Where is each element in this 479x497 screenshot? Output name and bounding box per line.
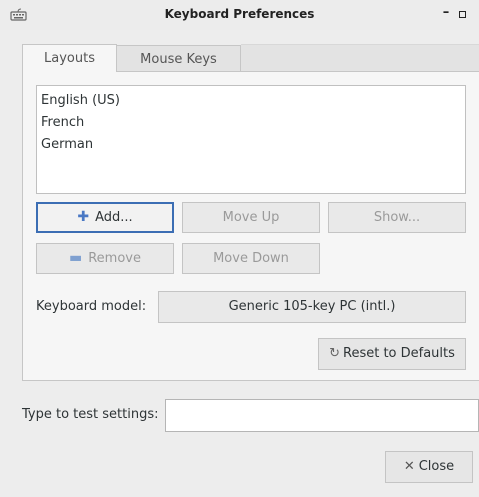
keyboard-model-label: Keyboard model:: [36, 299, 147, 314]
show-label: Show...: [373, 210, 421, 225]
move-up-button[interactable]: Move Up: [182, 202, 320, 233]
tab-strip: [241, 44, 479, 72]
reset-icon: ↻: [329, 346, 340, 361]
reset-to-defaults-button[interactable]: ↻ Reset to Defaults: [318, 338, 466, 370]
show-button[interactable]: Show...: [328, 202, 466, 233]
add-button-label: Add...: [95, 210, 133, 225]
remove-button[interactable]: ▬ Remove: [36, 243, 174, 274]
minimize-button[interactable]: –: [440, 6, 452, 20]
close-button[interactable]: ✕ Close: [385, 451, 473, 483]
list-item[interactable]: French: [41, 112, 465, 134]
reset-label: Reset to Defaults: [343, 346, 455, 361]
close-icon: ✕: [403, 459, 415, 474]
list-item[interactable]: English (US): [41, 90, 465, 112]
close-label: Close: [418, 459, 455, 474]
keyboard-model-select[interactable]: Generic 105-key PC (intl.): [158, 291, 466, 323]
minus-icon: ▬: [69, 250, 83, 266]
layout-list[interactable]: English (US) French German: [36, 85, 466, 194]
list-item[interactable]: German: [41, 134, 465, 156]
test-settings-label: Type to test settings:: [22, 407, 159, 422]
remove-label: Remove: [88, 251, 141, 266]
add-button[interactable]: ✚ Add...: [36, 202, 174, 233]
maximize-button[interactable]: [459, 11, 466, 18]
tab-layouts[interactable]: Layouts: [22, 44, 117, 72]
window-title: Keyboard Preferences: [164, 7, 315, 21]
test-settings-input[interactable]: [165, 399, 479, 432]
plus-icon: ✚: [77, 209, 90, 225]
title-bar: Keyboard Preferences –: [0, 0, 479, 30]
move-up-label: Move Up: [222, 210, 280, 225]
move-down-button[interactable]: Move Down: [182, 243, 320, 274]
tab-mouse-keys[interactable]: Mouse Keys: [117, 45, 241, 72]
move-down-label: Move Down: [213, 251, 289, 266]
